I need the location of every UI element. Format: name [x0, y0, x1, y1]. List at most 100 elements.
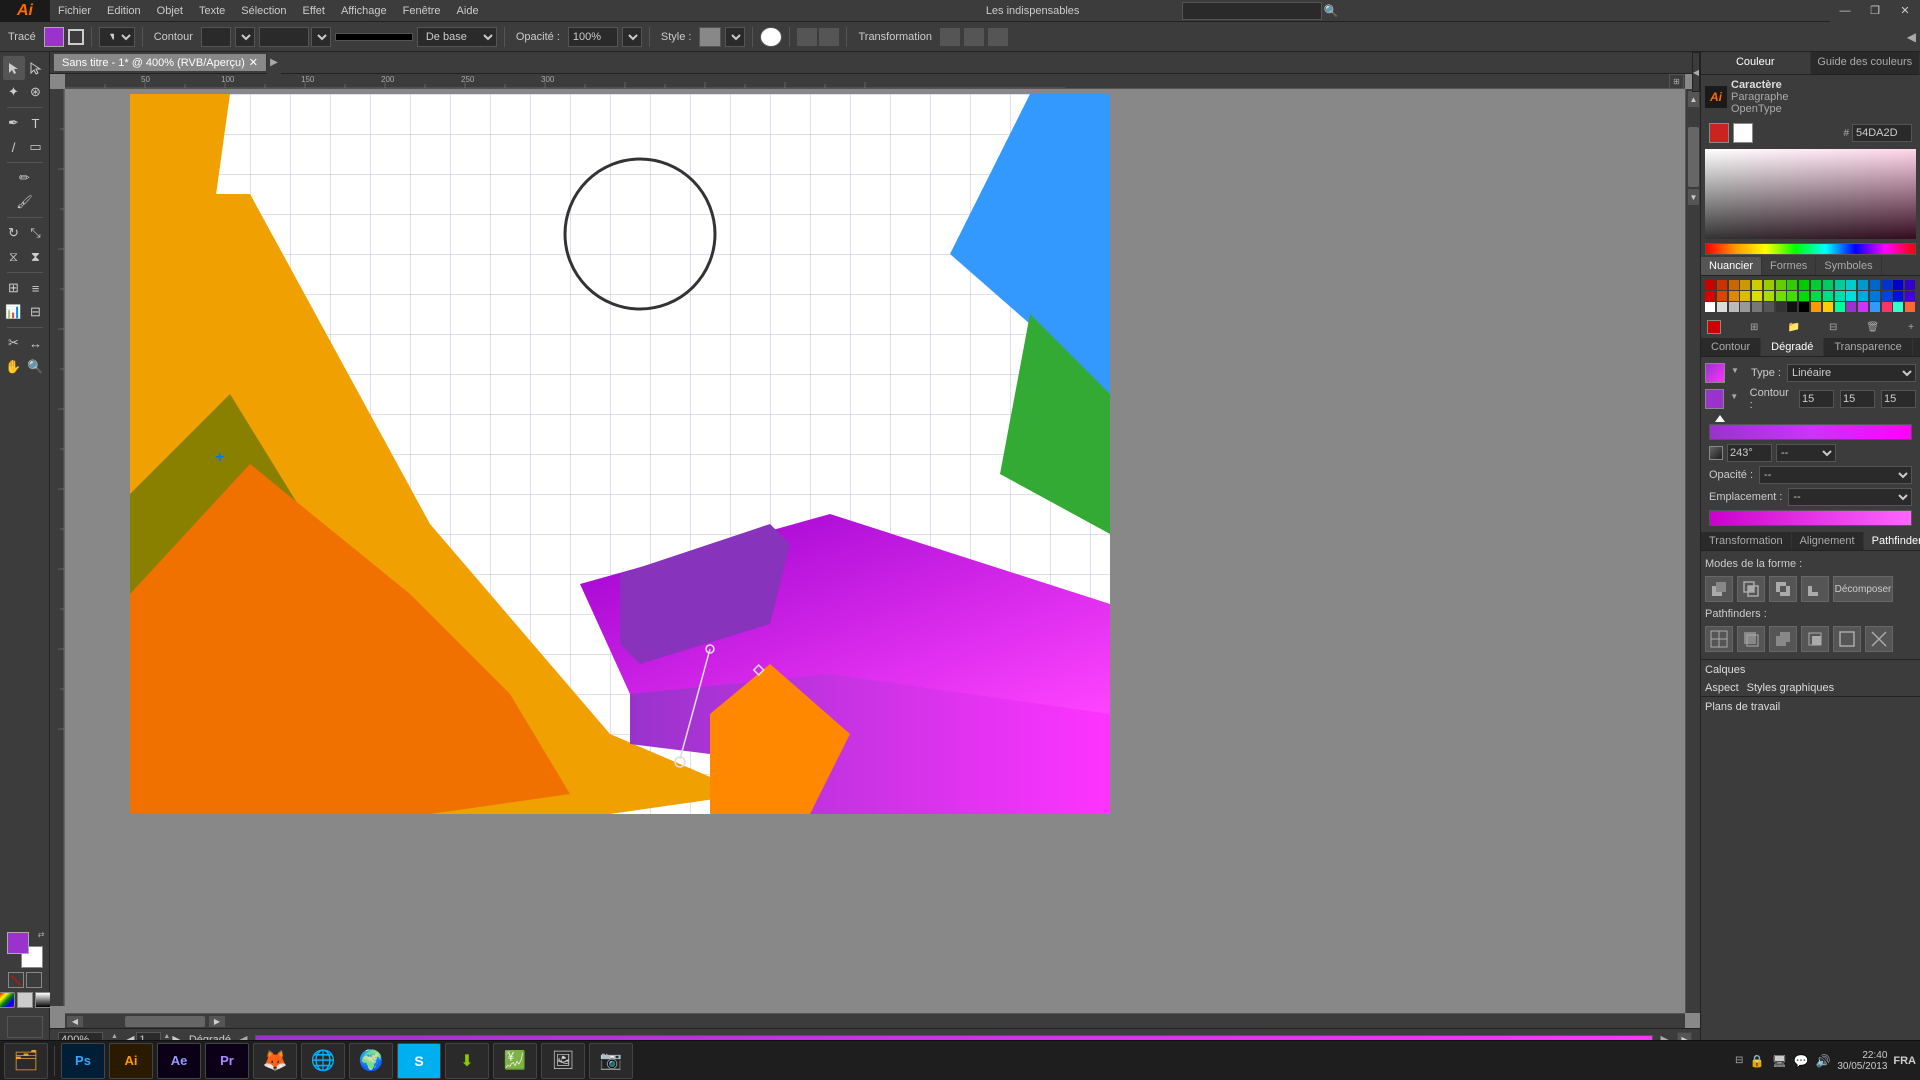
swatch-item[interactable]	[1729, 280, 1739, 290]
pathfinder-intersect-btn[interactable]	[1737, 576, 1765, 602]
tool-lasso[interactable]: ⊛	[25, 80, 47, 104]
menu-effet[interactable]: Effet	[295, 3, 333, 19]
tool-direct-select[interactable]	[25, 56, 47, 80]
tab-pathfinder[interactable]: Pathfinder	[1864, 532, 1920, 550]
swatch-item[interactable]	[1729, 291, 1739, 301]
swatch-item[interactable]	[1799, 291, 1809, 301]
canvas-vertical-scrollbar[interactable]: ▲ ▼	[1685, 89, 1700, 1013]
color-mode-icon[interactable]	[0, 992, 15, 1008]
spectrum-bar[interactable]	[1705, 243, 1916, 255]
tab-guide-couleurs[interactable]: Guide des couleurs	[1811, 52, 1920, 74]
pathfinder-divide-btn[interactable]	[1705, 626, 1733, 652]
h-scroll-thumb[interactable]	[125, 1016, 205, 1027]
taskbar-skype[interactable]: S	[397, 1043, 441, 1079]
menu-objet[interactable]: Objet	[149, 3, 191, 19]
taskbar-explorer[interactable]: 🗂	[4, 1043, 48, 1079]
tool-symbol[interactable]: ⊞	[3, 276, 25, 300]
swap-colors-icon[interactable]: ⇄	[38, 930, 45, 939]
contour-color-preview[interactable]	[1705, 389, 1724, 409]
rp-icon-grid[interactable]: ⊞	[1750, 322, 1758, 333]
language-indicator[interactable]: FRA	[1893, 1055, 1916, 1067]
swatch-item[interactable]	[1835, 291, 1845, 301]
swatch-item[interactable]	[1764, 302, 1774, 312]
sub-tab-transparence[interactable]: Transparence	[1824, 338, 1912, 356]
tab-transformation[interactable]: Transformation	[1701, 532, 1792, 550]
tab-nuancier[interactable]: Nuancier	[1701, 257, 1762, 275]
calques-label[interactable]: Calques	[1705, 664, 1745, 676]
swatch-item[interactable]	[1823, 291, 1833, 301]
pathfinder-trim-btn[interactable]	[1737, 626, 1765, 652]
sub-tab-contour[interactable]: Contour	[1701, 338, 1761, 356]
emplacement-select[interactable]: --	[1788, 488, 1912, 506]
contour-dropdown-arrow[interactable]: ▼	[1730, 392, 1743, 406]
gradient-secondary-bar[interactable]	[1709, 510, 1912, 526]
swatch-item[interactable]	[1882, 280, 1892, 290]
fit-btn[interactable]: ⊞	[1669, 74, 1684, 89]
swatch-item[interactable]	[1764, 291, 1774, 301]
gradient-angle-input[interactable]	[1727, 444, 1772, 462]
swatch-item[interactable]	[1799, 280, 1809, 290]
systray-chat[interactable]: 💬	[1793, 1053, 1809, 1069]
swatch-item[interactable]	[1870, 280, 1880, 290]
gradient-dropdown-arrow[interactable]: ▼	[1731, 366, 1745, 380]
scroll-right-btn[interactable]: ▶	[209, 1016, 225, 1027]
swatch-item[interactable]	[1870, 302, 1880, 312]
tool-reshape[interactable]: ⧗	[25, 245, 47, 269]
swatch-item[interactable]	[1705, 291, 1715, 301]
swatch-item[interactable]	[1764, 280, 1774, 290]
swatch-item[interactable]	[1729, 302, 1739, 312]
gradient-stop-triangle[interactable]	[1715, 415, 1725, 422]
pathfinder-outline-btn[interactable]	[1833, 626, 1861, 652]
tool-warp[interactable]: ⧖	[3, 245, 25, 269]
swatch-item[interactable]	[1870, 291, 1880, 301]
swatch-item[interactable]	[1905, 280, 1915, 290]
taskbar-firefox[interactable]: 🦊	[253, 1043, 297, 1079]
swatch-item[interactable]	[1882, 291, 1892, 301]
toolbar-stroke-width-input[interactable]	[259, 27, 309, 47]
toolbar-stroke-swatch[interactable]	[68, 29, 84, 45]
pathfinder-xor-btn[interactable]	[1865, 626, 1893, 652]
maximize-button[interactable]: ❐	[1860, 0, 1890, 22]
taskbar-camera[interactable]: 📷	[589, 1043, 633, 1079]
toolbar-style-swatch[interactable]	[699, 27, 721, 47]
toolbar-fill-color[interactable]	[44, 27, 64, 47]
fg-color[interactable]	[7, 932, 29, 954]
menu-fenetre[interactable]: Fenêtre	[395, 3, 449, 19]
tool-pencil[interactable]: ✏	[3, 166, 47, 190]
swatch-item[interactable]	[1717, 291, 1727, 301]
page-up-arrow[interactable]: ▲	[163, 1033, 170, 1040]
taskbar-show-desktop[interactable]: ⊟	[1735, 1055, 1743, 1066]
canvas-tab-close[interactable]: ✕	[249, 56, 258, 69]
swatch-item[interactable]	[1811, 280, 1821, 290]
tool-column[interactable]: ≡	[25, 276, 47, 300]
taskbar-pictures[interactable]: 🖼	[541, 1043, 585, 1079]
rp-icon-red[interactable]	[1707, 320, 1721, 334]
stroke-box[interactable]	[26, 972, 42, 988]
toolbar-style2-dropdown[interactable]: ▼	[725, 27, 745, 47]
pathfinder-crop-btn[interactable]	[1801, 626, 1829, 652]
menu-edition[interactable]: Edition	[99, 3, 149, 19]
swatch-item[interactable]	[1776, 291, 1786, 301]
toolbar-transform-btn1[interactable]	[940, 28, 960, 46]
toolbar-icon-dropdown[interactable]: ▼	[99, 27, 135, 47]
decompose-button[interactable]: Décomposer	[1833, 576, 1893, 602]
tool-hand[interactable]: ✋	[3, 355, 25, 379]
swatch-item[interactable]	[1846, 291, 1856, 301]
swatch-item[interactable]	[1858, 291, 1868, 301]
styles-label[interactable]: Styles graphiques	[1747, 682, 1834, 694]
contour-value3-input[interactable]	[1881, 390, 1916, 408]
swatch-item[interactable]	[1905, 291, 1915, 301]
toolbar-view-btn2[interactable]	[819, 28, 839, 46]
v-scroll-thumb[interactable]	[1688, 127, 1699, 187]
tool-rect[interactable]: ▭	[25, 135, 47, 159]
taskbar-chart[interactable]: 💹	[493, 1043, 537, 1079]
swatch-item[interactable]	[1811, 302, 1821, 312]
contour-value2-input[interactable]	[1840, 390, 1875, 408]
systray-volume[interactable]: 🔊	[1815, 1053, 1831, 1069]
pathfinder-subtract-btn[interactable]	[1801, 576, 1829, 602]
toolbar-opacity-input[interactable]	[568, 27, 618, 47]
canvas-tab-arrow[interactable]: ▶	[267, 52, 281, 74]
swatch-item[interactable]	[1740, 302, 1750, 312]
tool-artboard[interactable]: ⊟	[25, 300, 47, 324]
swatch-item[interactable]	[1846, 280, 1856, 290]
